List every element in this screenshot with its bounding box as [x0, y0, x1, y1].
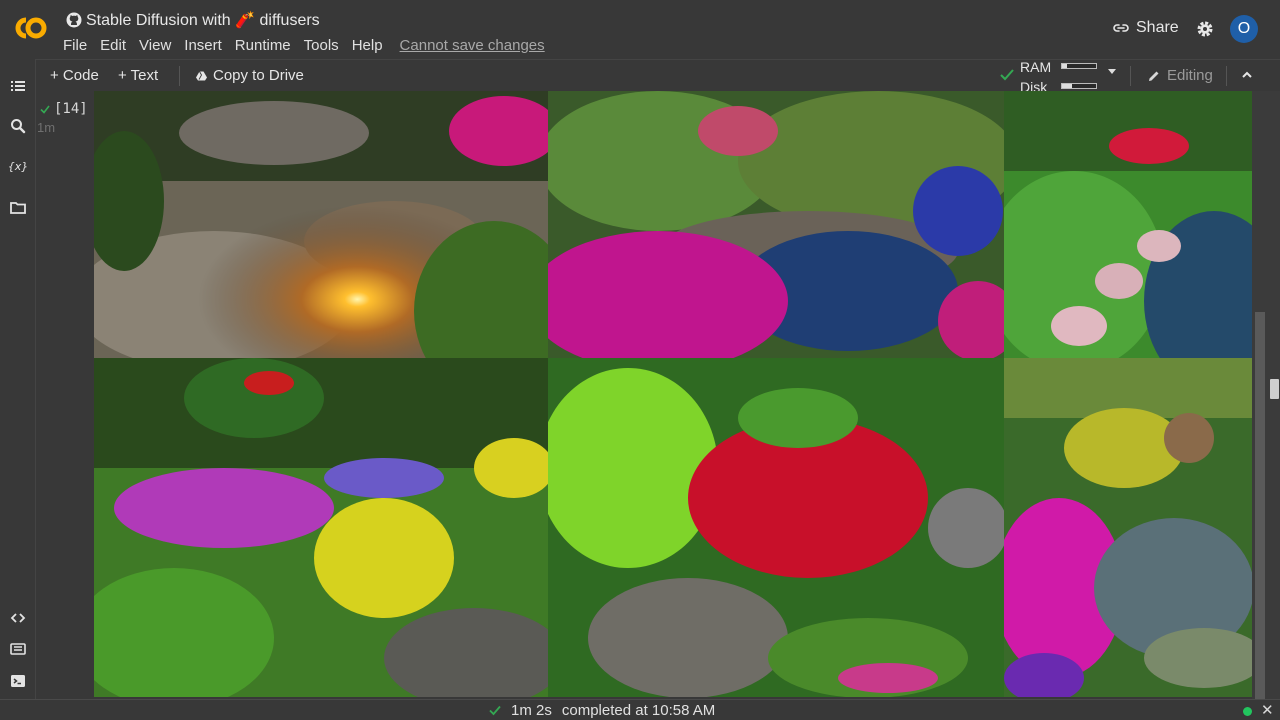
close-icon[interactable]: ✕ — [1261, 701, 1274, 719]
check-icon — [489, 705, 501, 716]
variables-icon[interactable]: {x} — [9, 157, 27, 175]
ram-meter-fill — [1062, 64, 1068, 68]
add-text-button[interactable]: + Text — [118, 67, 158, 84]
menu-bar: File Edit View Insert Runtime Tools Help… — [63, 37, 545, 54]
notebook-title-text: Stable Diffusion with 🧨 diffusers — [86, 12, 320, 29]
execution-indicator[interactable]: [14] — [40, 101, 88, 117]
menu-edit[interactable]: Edit — [100, 37, 126, 54]
menu-runtime[interactable]: Runtime — [235, 37, 291, 54]
notebook-toolbar: + Code + Text Copy to Drive RAM Disk Edi… — [36, 59, 1280, 95]
status-completed: completed at 10:58 AM — [561, 702, 716, 719]
menu-tools[interactable]: Tools — [304, 37, 339, 54]
toolbar-divider — [1226, 66, 1227, 86]
copy-to-drive-button[interactable]: Copy to Drive — [196, 67, 304, 84]
garden-image-3 — [1004, 91, 1252, 358]
copy-to-drive-label: Copy to Drive — [213, 67, 304, 84]
menu-help[interactable]: Help — [352, 37, 383, 54]
cell-scroll-indicator[interactable] — [1255, 312, 1265, 700]
ram-label: RAM — [1020, 59, 1052, 75]
ram-meter — [1061, 63, 1097, 69]
colab-logo-icon[interactable] — [12, 14, 50, 42]
table-of-contents-icon[interactable] — [9, 77, 27, 95]
chevron-up-icon[interactable] — [1241, 69, 1253, 81]
disk-meter-fill — [1062, 84, 1073, 88]
notebook-title[interactable]: Stable Diffusion with 🧨 diffusers — [66, 9, 320, 31]
toolbar-divider — [1130, 66, 1131, 86]
disk-meter — [1061, 83, 1097, 89]
editing-label: Editing — [1167, 67, 1213, 84]
scrollbar-thumb[interactable] — [1270, 379, 1279, 399]
garden-image-5 — [548, 358, 1004, 697]
link-icon — [1113, 24, 1129, 32]
terminal-icon[interactable] — [9, 672, 27, 690]
gear-icon[interactable] — [1196, 20, 1214, 38]
menu-insert[interactable]: Insert — [184, 37, 222, 54]
left-sidebar: {x} — [0, 59, 36, 699]
garden-image-4 — [94, 358, 548, 697]
status-info[interactable]: 1m 2s completed at 10:58 AM — [489, 702, 715, 719]
execution-elapsed: 1m — [37, 120, 56, 135]
execution-count: [14] — [54, 101, 88, 117]
check-icon — [40, 105, 50, 114]
toolbar-divider — [179, 66, 180, 86]
folder-icon[interactable] — [9, 199, 27, 217]
check-icon — [1000, 69, 1014, 81]
menu-file[interactable]: File — [63, 37, 87, 54]
pencil-icon — [1149, 71, 1159, 81]
garden-image-6 — [1004, 358, 1252, 697]
status-duration: 1m 2s — [511, 702, 552, 719]
add-code-button[interactable]: + Code — [50, 67, 99, 84]
github-icon — [66, 12, 82, 28]
chevron-down-icon[interactable] — [1108, 69, 1116, 74]
search-icon[interactable] — [9, 117, 27, 135]
garden-image-2 — [548, 91, 1004, 358]
cell-gutter — [36, 91, 94, 699]
output-image-grid — [94, 91, 1252, 697]
editing-mode-button[interactable]: Editing — [1147, 67, 1213, 84]
cannot-save-link[interactable]: Cannot save changes — [400, 37, 545, 54]
code-snippets-icon[interactable] — [9, 609, 27, 627]
share-label: Share — [1136, 19, 1179, 36]
avatar[interactable]: O — [1230, 15, 1258, 43]
connection-status-dot — [1243, 707, 1252, 716]
header: Stable Diffusion with 🧨 diffusers File E… — [0, 0, 1280, 59]
garden-image-1 — [94, 91, 548, 358]
drive-icon — [196, 70, 207, 80]
share-button[interactable]: Share — [1113, 19, 1179, 37]
svg-text:{x}: {x} — [9, 160, 27, 173]
status-bar: 1m 2s completed at 10:58 AM — [0, 699, 1280, 720]
menu-view[interactable]: View — [139, 37, 171, 54]
command-palette-icon[interactable] — [9, 640, 27, 658]
